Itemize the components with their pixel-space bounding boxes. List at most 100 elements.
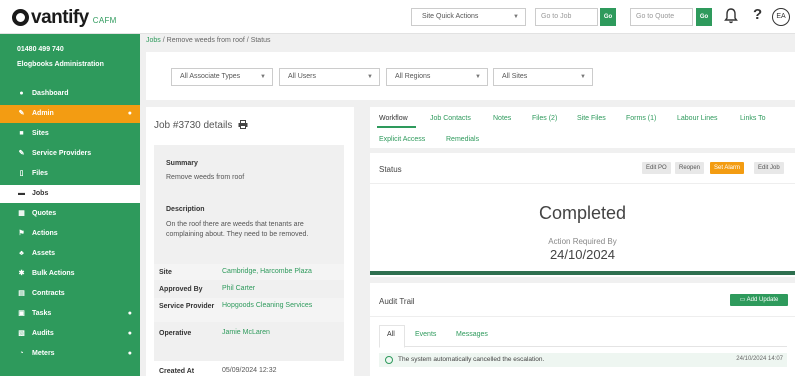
filter-users[interactable]: All Users ▼ [279, 68, 380, 86]
chevron-down-icon: ▼ [367, 74, 373, 80]
briefcase-icon: ▬ [18, 190, 25, 197]
wrench-icon: ✎ [18, 110, 25, 117]
breadcrumb-jobs[interactable]: Jobs [146, 37, 161, 44]
audit-trail-title: Audit Trail [379, 297, 415, 306]
field-value-link[interactable]: Cambridge, Harcombe Plaza [222, 268, 312, 275]
document-icon: ▤ [18, 290, 25, 297]
audit-tab-events[interactable]: Events [415, 331, 436, 338]
tab-job-contacts[interactable]: Job Contacts [430, 115, 471, 122]
goto-quote-button[interactable]: Go [696, 8, 712, 26]
audit-tab-all[interactable]: All [387, 331, 395, 338]
field-key: Site [159, 269, 172, 276]
audit-divider [370, 316, 795, 317]
vantify-logo[interactable]: vantify CAFM [12, 6, 117, 29]
sidebar-item-audits[interactable]: ▧ Audits ● [0, 325, 140, 343]
logo-product: CAFM [92, 16, 117, 25]
chevron-right-icon: ● [127, 350, 132, 357]
sidebar-item-jobs[interactable]: ▬ Jobs [0, 185, 140, 203]
chevron-down-icon: ▼ [260, 74, 266, 80]
tab-remedials[interactable]: Remedials [446, 136, 479, 143]
sidebar-item-quotes[interactable]: ▦ Quotes [0, 205, 140, 223]
logo-wordmark: vantify [31, 7, 89, 28]
status-divider [370, 183, 795, 184]
tab-workflow[interactable]: Workflow [379, 115, 408, 122]
tab-site-files[interactable]: Site Files [577, 115, 606, 122]
goto-quote-input[interactable]: Go to Quote [630, 8, 693, 26]
tab-files[interactable]: Files (2) [532, 115, 557, 122]
sidebar-item-label: Quotes [32, 210, 57, 217]
sidebar-item-label: Meters [32, 350, 55, 357]
filter-regions[interactable]: All Regions ▼ [386, 68, 488, 86]
filter-associate-types[interactable]: All Associate Types ▼ [171, 68, 273, 86]
sidebar-item-meters[interactable]: ◔ Meters ● [0, 345, 140, 363]
calendar-icon: ▣ [18, 310, 25, 317]
sidebar-item-bulk-actions[interactable]: ✱ Bulk Actions [0, 265, 140, 283]
job-title-text: Job #3730 details [154, 120, 233, 131]
sidebar-phone: 01480 499 740 [17, 46, 64, 53]
sidebar-item-label: Jobs [32, 190, 49, 197]
bell-icon[interactable] [724, 8, 738, 24]
filter-label: All Regions [395, 73, 431, 80]
breadcrumb-job[interactable]: Remove weeds from roof [167, 37, 245, 44]
goto-job-button[interactable]: Go [600, 8, 616, 26]
field-value-link[interactable]: Phil Carter [222, 285, 255, 292]
set-alarm-button[interactable]: Set Alarm [710, 162, 745, 174]
sidebar-item-files[interactable]: ▯ Files [0, 165, 140, 183]
goto-job-placeholder: Go to Job [541, 13, 572, 20]
file-icon: ▯ [19, 170, 24, 177]
field-key: Service Provider [159, 303, 215, 310]
site-quick-actions-select[interactable]: Site Quick Actions ▼ [411, 8, 526, 26]
sidebar-item-assets[interactable]: ♣ Assets [0, 245, 140, 263]
sidebar-item-service-providers[interactable]: ✎ Service Providers [0, 145, 140, 163]
reopen-button[interactable]: Reopen [675, 162, 705, 174]
sidebar-item-label: Assets [32, 250, 55, 257]
breadcrumb: Jobs / Remove weeds from roof / Status [146, 37, 271, 44]
description-value: On the roof there are weeds that tenants… [166, 221, 309, 238]
field-operative: Operative Jamie McLaren [154, 325, 344, 341]
field-key: Approved By [159, 286, 203, 293]
audit-tabs: All Events Messages [379, 325, 787, 348]
action-required-date: 24/10/2024 [549, 247, 616, 262]
help-icon[interactable]: ? [753, 6, 762, 23]
chevron-down-icon: ▼ [513, 14, 519, 20]
edit-job-button[interactable]: Edit Job [754, 162, 784, 174]
field-value-link[interactable]: Jamie McLaren [222, 329, 270, 336]
building-icon: ■ [19, 130, 24, 137]
filter-bar: All Associate Types ▼ All Users ▼ All Regi… [146, 52, 795, 100]
sidebar-item-label: Files [32, 170, 48, 177]
sidebar-item-tasks[interactable]: ▣ Tasks ● [0, 305, 140, 323]
wrench-icon: ✎ [18, 150, 25, 157]
sidebar-account[interactable]: Elogbooks Administration [17, 61, 104, 68]
field-value-link[interactable]: Hopgoods Cleaning Services [222, 302, 312, 309]
tab-links-to[interactable]: Links To [740, 115, 766, 122]
add-update-button[interactable]: ▭ Add Update [730, 294, 788, 306]
tab-explicit-access[interactable]: Explicit Access [379, 136, 425, 143]
tab-forms[interactable]: Forms (1) [626, 115, 656, 122]
summary-value: Remove weeds from roof [166, 174, 245, 181]
sidebar-item-label: Admin [32, 110, 54, 117]
field-value: 05/09/2024 12:32 [222, 367, 277, 374]
job-details-title: Job #3730 details [154, 120, 248, 132]
print-icon[interactable] [238, 120, 248, 132]
tab-notes[interactable]: Notes [493, 115, 511, 122]
logo-o-mark [12, 9, 29, 26]
chevron-down-icon: ▼ [580, 74, 586, 80]
gauge-icon: ◔ [19, 350, 24, 357]
filter-sites[interactable]: All Sites ▼ [493, 68, 593, 86]
sidebar-item-dashboard[interactable]: ● Dashboard [0, 85, 140, 103]
sidebar-item-label: Service Providers [32, 150, 92, 157]
sidebar-item-sites[interactable]: ■ Sites [0, 125, 140, 143]
sidebar-item-label: Sites [32, 130, 49, 137]
audit-tab-messages[interactable]: Messages [456, 331, 488, 338]
sidebar-item-actions[interactable]: ⚑ Actions [0, 225, 140, 243]
breadcrumb-current: Status [250, 37, 271, 44]
edit-po-button[interactable]: Edit PO [642, 162, 671, 174]
goto-job-input[interactable]: Go to Job [535, 8, 598, 26]
summary-label: Summary [166, 160, 198, 167]
sidebar-item-admin[interactable]: ✎ Admin ● [0, 105, 140, 123]
user-avatar[interactable]: EA [772, 8, 790, 26]
audit-entry-timestamp: 24/10/2024 14:07 [736, 356, 783, 362]
sidebar-item-contracts[interactable]: ▤ Contracts [0, 285, 140, 303]
tab-labour-lines[interactable]: Labour Lines [677, 115, 717, 122]
sidebar-item-label: Dashboard [32, 90, 69, 97]
